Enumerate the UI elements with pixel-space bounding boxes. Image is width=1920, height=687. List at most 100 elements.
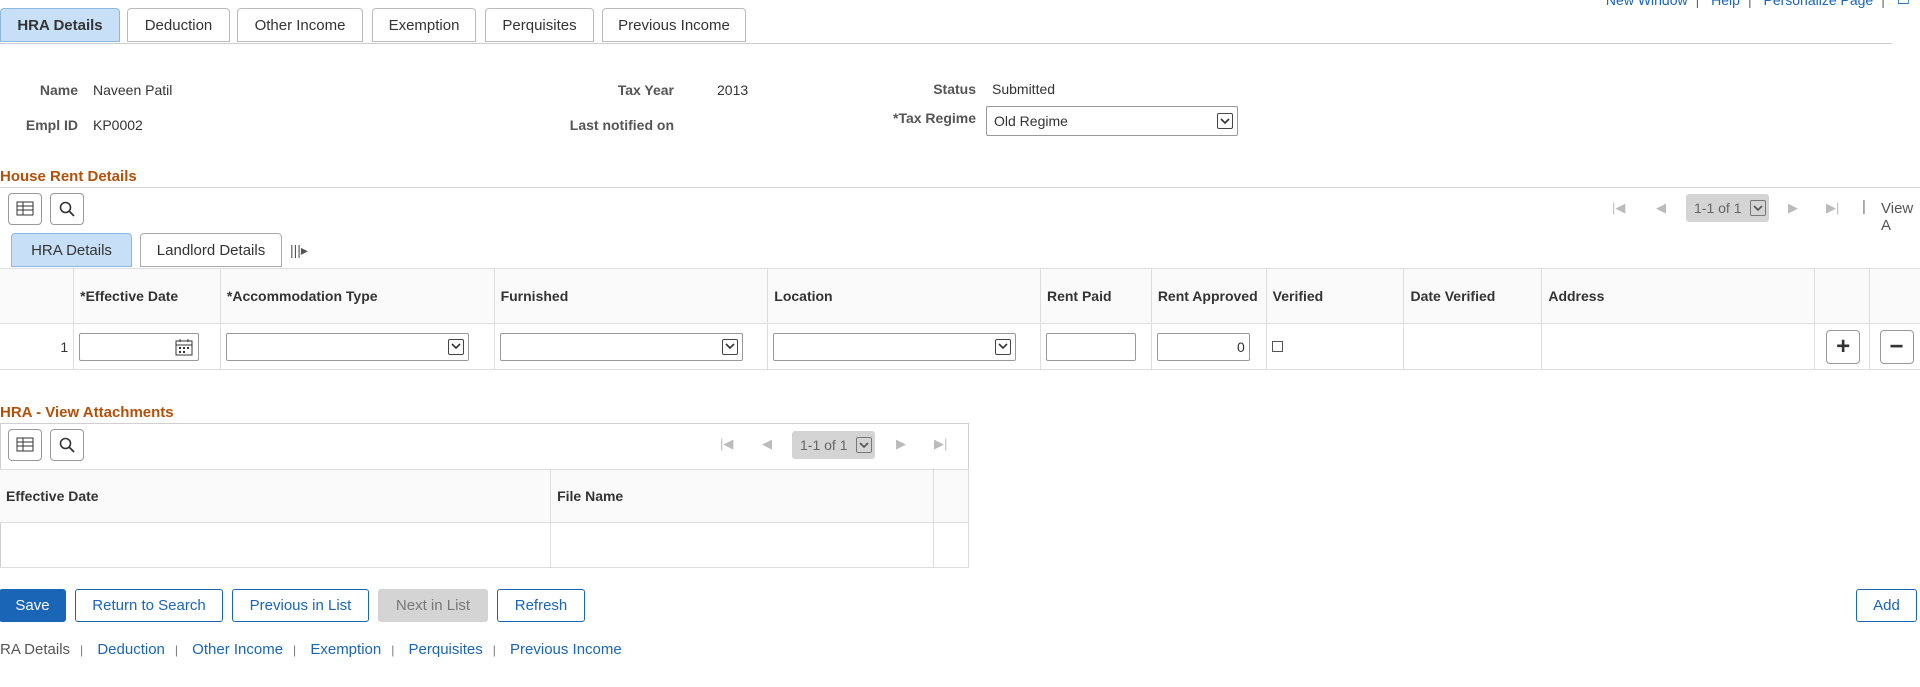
help-link[interactable]: Help	[1711, 0, 1740, 8]
footer-link-hra-details: RA Details	[0, 641, 71, 658]
search-icon	[59, 201, 75, 217]
col-furnished: Furnished	[493, 268, 769, 324]
delete-row-button[interactable]: −	[1879, 330, 1914, 364]
chevron-down-icon	[995, 338, 1012, 355]
name-label: Name	[39, 82, 78, 98]
tab-perquisites[interactable]: Perquisites	[485, 8, 594, 42]
tax-regime-value: Old Regime	[994, 113, 1068, 129]
previous-page-icon[interactable]: ◀	[762, 436, 772, 452]
table-row	[0, 522, 969, 568]
grid-personalize-button[interactable]	[8, 193, 42, 225]
col-effective-date: *Effective Date	[73, 268, 221, 324]
new-window-link[interactable]: New Window	[1606, 0, 1688, 8]
section-divider	[0, 187, 1920, 188]
chevron-down-icon	[721, 338, 738, 355]
return-to-search-button[interactable]: Return to Search	[75, 589, 223, 622]
attachments-title: HRA - View Attachments	[0, 404, 174, 421]
pager-value: 1-1 of 1	[800, 437, 848, 453]
subtab-hra-details[interactable]: HRA Details	[11, 233, 132, 267]
tab-exemption[interactable]: Exemption	[372, 8, 476, 42]
footer-link-previous-income[interactable]: Previous Income	[510, 641, 622, 658]
chevron-down-icon	[1750, 200, 1766, 216]
col-date-verified: Date Verified	[1403, 268, 1543, 324]
view-all-link[interactable]: View A	[1881, 200, 1920, 234]
accommodation-type-select[interactable]	[225, 332, 469, 361]
col-location: Location	[767, 268, 1041, 324]
first-page-icon[interactable]: |◀	[1612, 200, 1625, 216]
rent-paid-input[interactable]	[1045, 332, 1136, 361]
col-effective-date: Effective Date	[0, 469, 552, 523]
show-all-columns-icon[interactable]: |||▸	[290, 242, 308, 259]
tab-label: Deduction	[144, 16, 213, 34]
taxyear-label: Tax Year	[617, 82, 674, 98]
verified-checkbox[interactable]	[1271, 340, 1283, 352]
calendar-icon[interactable]	[175, 338, 193, 359]
last-page-icon[interactable]: ▶|	[1826, 200, 1839, 216]
col-verified: Verified	[1265, 268, 1405, 324]
pager-select[interactable]: 1-1 of 1	[792, 431, 875, 459]
col-file-name: File Name	[550, 469, 935, 523]
tab-deduction[interactable]: Deduction	[127, 8, 230, 42]
tab-label: HRA Details	[17, 16, 103, 34]
tax-regime-select[interactable]: Old Regime	[986, 106, 1238, 136]
previous-in-list-button[interactable]: Previous in List	[232, 589, 369, 622]
save-button[interactable]: Save	[0, 589, 66, 622]
taxyear-value: 2013	[717, 82, 749, 98]
address-value	[1541, 323, 1816, 370]
refresh-button[interactable]: Refresh	[497, 589, 585, 622]
col-rent-paid: Rent Paid	[1039, 268, 1152, 324]
chevron-down-icon	[856, 437, 872, 453]
name-value: Naveen Patil	[93, 82, 173, 98]
col-spacer	[933, 469, 969, 523]
footer-link-perquisites[interactable]: Perquisites	[409, 641, 483, 658]
add-row-button[interactable]: +	[1826, 330, 1861, 364]
footer-link-deduction[interactable]: Deduction	[97, 641, 165, 658]
personalize-page-link[interactable]: Personalize Page	[1763, 0, 1873, 8]
search-icon	[59, 437, 75, 453]
next-in-list-button[interactable]: Next in List	[378, 589, 488, 622]
add-button[interactable]: Add	[1856, 589, 1917, 622]
grid-personalize-button[interactable]	[8, 429, 42, 461]
last-page-icon[interactable]: ▶|	[934, 436, 947, 452]
first-page-icon[interactable]: |◀	[720, 436, 733, 452]
find-button[interactable]	[50, 193, 84, 225]
furnished-select[interactable]	[499, 332, 743, 361]
date-verified-value	[1403, 323, 1543, 370]
col-add	[1814, 268, 1870, 324]
tab-previous-income[interactable]: Previous Income	[602, 8, 746, 42]
menu-icon[interactable]: ▭	[1897, 0, 1910, 8]
rent-approved-value: 0	[1237, 338, 1245, 355]
tab-divider	[0, 43, 1892, 44]
divider: |	[1862, 198, 1866, 215]
tab-other-income[interactable]: Other Income	[237, 8, 363, 42]
pager-select[interactable]: 1-1 of 1	[1686, 194, 1769, 222]
footer-links: RA Details | Deduction | Other Income | Exe…	[0, 641, 622, 658]
subtab-landlord-details[interactable]: Landlord Details	[140, 233, 282, 267]
rent-approved-input[interactable]: 0	[1156, 332, 1250, 361]
next-page-icon[interactable]: ▶	[1788, 200, 1798, 216]
footer-link-other-income[interactable]: Other Income	[192, 641, 283, 658]
taxregime-label: *Tax Regime	[893, 110, 976, 126]
lastnotified-label: Last notified on	[569, 117, 674, 133]
table-row: 1 0 + −	[0, 323, 1920, 370]
footer-link-exemption[interactable]: Exemption	[310, 641, 381, 658]
emplid-value: KP0002	[93, 117, 143, 133]
next-page-icon[interactable]: ▶	[896, 436, 906, 452]
top-links: New Window | Help | Personalize Page | ▭	[1606, 0, 1910, 9]
find-button[interactable]	[50, 429, 84, 461]
status-label: Status	[933, 81, 976, 97]
location-select[interactable]	[773, 332, 1017, 361]
previous-page-icon[interactable]: ◀	[1656, 200, 1666, 216]
effective-date-input[interactable]	[79, 332, 200, 361]
house-rent-grid: *Effective Date *Accommodation Type Furn…	[0, 268, 1920, 370]
attachments-grid: Effective Date File Name	[0, 469, 969, 568]
col-rent-approved: Rent Approved	[1150, 268, 1267, 324]
tab-hra-details[interactable]: HRA Details	[0, 8, 120, 42]
row-number: 1	[0, 323, 75, 370]
minus-icon: −	[1889, 333, 1904, 360]
grid-icon	[16, 201, 34, 216]
house-rent-title: House Rent Details	[0, 168, 137, 185]
tab-label: Previous Income	[618, 16, 730, 34]
col-address: Address	[1541, 268, 1816, 324]
tab-label: Other Income	[254, 16, 346, 34]
